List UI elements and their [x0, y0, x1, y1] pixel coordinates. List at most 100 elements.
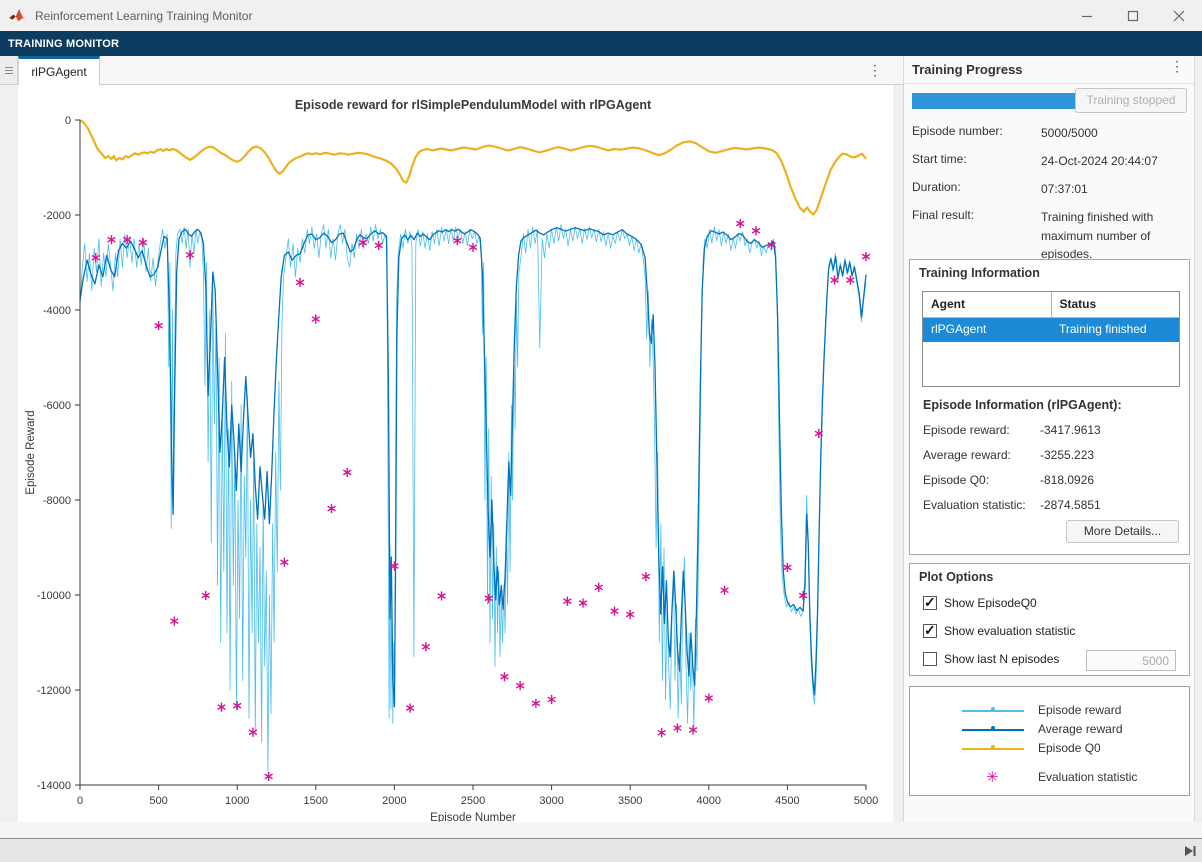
maximize-button[interactable]: [1110, 0, 1156, 31]
training-information-header: Training Information: [910, 260, 1189, 280]
bottom-statusbar: [0, 822, 1202, 862]
svg-text:2500: 2500: [461, 795, 485, 807]
episode-number-label: Episode number:: [912, 124, 1003, 138]
training-progress-panel: Training Progress ⋮ Training stopped Epi…: [903, 56, 1194, 822]
svg-text:Episode Number: Episode Number: [430, 812, 516, 822]
svg-text:1000: 1000: [225, 795, 249, 807]
legend-entry-episode-reward: Episode reward: [910, 703, 1189, 719]
svg-text:Episode Reward: Episode Reward: [25, 410, 37, 494]
final-result-row: Final result: Training finished with max…: [904, 208, 1194, 260]
legend-label-episode-q0: Episode Q0: [1038, 741, 1101, 755]
svg-text:1500: 1500: [304, 795, 328, 807]
training-information-group: Training Information Agent Status rlPGAg…: [909, 259, 1190, 555]
show-episodeq0-label: Show EpisodeQ0: [944, 596, 1037, 610]
training-progress-bar: [912, 93, 1075, 109]
agent-column-header: Agent: [923, 292, 1052, 317]
show-last-n-episodes-checkbox[interactable]: [923, 652, 937, 666]
episode-q0-label: Episode Q0:: [923, 473, 989, 487]
duration-row: Duration: 07:37:01: [904, 180, 1194, 196]
window-title: Reinforcement Learning Training Monitor: [35, 9, 252, 23]
expand-panel-arrow-icon[interactable]: [1183, 844, 1197, 858]
training-progress-bar-fill: [912, 93, 1075, 109]
tab-label: rlPGAgent: [31, 65, 86, 79]
svg-text:500: 500: [149, 795, 167, 807]
status-cell: Training finished: [1051, 318, 1179, 342]
duration-value: 07:37:01: [1041, 180, 1189, 199]
average-reward-value: -3255.223: [1040, 448, 1094, 462]
start-time-label: Start time:: [912, 152, 967, 166]
legend-label-evaluation-statistic: Evaluation statistic: [1038, 770, 1137, 784]
minimize-button[interactable]: [1064, 0, 1110, 31]
duration-label: Duration:: [912, 180, 961, 194]
final-result-label: Final result:: [912, 208, 974, 222]
svg-text:-14000: -14000: [37, 780, 71, 792]
episode-number-row: Episode number: 5000/5000: [904, 124, 1194, 140]
minimize-icon: [1081, 10, 1093, 22]
average-reward-marker: [991, 726, 995, 730]
more-details-button[interactable]: More Details...: [1066, 520, 1179, 543]
dock-handle[interactable]: [0, 56, 18, 84]
toolstrip: TRAINING MONITOR: [0, 31, 1202, 56]
svg-text:-4000: -4000: [43, 305, 71, 317]
evaluation-statistic-star-icon: ✳: [986, 768, 999, 786]
reward-chart-svg: 0 500 1000 1500 2000 2500 3000 3500 4000 4500 5000…: [18, 85, 893, 822]
training-progress-header: Training Progress: [912, 62, 1023, 77]
table-header-row: Agent Status: [923, 292, 1179, 318]
training-progress-menu-button[interactable]: ⋮: [1170, 59, 1184, 73]
right-edge-strip: [1194, 56, 1202, 822]
svg-text:-8000: -8000: [43, 495, 71, 507]
average-reward-label: Average reward:: [923, 448, 1011, 462]
show-last-n-episodes-label: Show last N episodes: [944, 652, 1059, 666]
training-plot-figure: 0 500 1000 1500 2000 2500 3000 3500 4000 4500 5000…: [18, 85, 893, 822]
window-titlebar: Reinforcement Learning Training Monitor: [0, 0, 1202, 31]
close-button[interactable]: [1156, 0, 1202, 31]
evaluation-statistic-value: -2874.5851: [1040, 498, 1101, 512]
evaluation-statistic-label: Evaluation statistic:: [923, 498, 1026, 512]
plot-options-header: Plot Options: [910, 564, 1189, 584]
episode-information-title: Episode Information (rlPGAgent):: [923, 398, 1122, 412]
svg-text:3500: 3500: [618, 795, 642, 807]
episode-q0-value: -818.0926: [1040, 473, 1094, 487]
show-evaluation-statistic-checkbox[interactable]: [923, 624, 937, 638]
svg-text:-10000: -10000: [37, 590, 71, 602]
toolstrip-tab-training-monitor[interactable]: TRAINING MONITOR: [8, 38, 119, 50]
svg-text:-2000: -2000: [43, 210, 71, 222]
matlab-logo-icon: [9, 8, 26, 23]
legend-entry-average-reward: Average reward: [910, 722, 1189, 738]
svg-text:Episode reward for rlSimplePen: Episode reward for rlSimplePendulumModel…: [295, 98, 652, 112]
table-row[interactable]: rlPGAgent Training finished: [923, 318, 1179, 342]
svg-text:3000: 3000: [539, 795, 563, 807]
svg-text:5000: 5000: [854, 795, 878, 807]
status-column-header: Status: [1052, 292, 1180, 317]
svg-text:0: 0: [77, 795, 83, 807]
grip-icon: [5, 65, 13, 76]
svg-text:4000: 4000: [697, 795, 721, 807]
legend-entry-episode-q0: Episode Q0: [910, 741, 1189, 757]
legend-entry-evaluation-statistic: ✳ Evaluation statistic: [910, 770, 1189, 786]
show-episodeq0-checkbox[interactable]: [923, 596, 937, 610]
training-stopped-button[interactable]: Training stopped: [1075, 88, 1187, 113]
plot-options-group: Plot Options Show EpisodeQ0 Show evaluat…: [909, 563, 1190, 676]
start-time-row: Start time: 24-Oct-2024 20:44:07: [904, 152, 1194, 168]
legend-label-average-reward: Average reward: [1038, 722, 1123, 736]
close-icon: [1173, 10, 1185, 22]
episode-number-value: 5000/5000: [1041, 124, 1189, 143]
svg-text:2000: 2000: [382, 795, 406, 807]
agent-cell: rlPGAgent: [923, 318, 1051, 342]
last-n-episodes-input[interactable]: [1086, 650, 1176, 671]
start-time-value: 24-Oct-2024 20:44:07: [1041, 152, 1189, 171]
svg-text:-6000: -6000: [43, 400, 71, 412]
svg-text:0: 0: [65, 115, 71, 127]
svg-text:-12000: -12000: [37, 685, 71, 697]
episode-reward-label: Episode reward:: [923, 423, 1010, 437]
tabstrip-menu-button[interactable]: ⋮: [868, 63, 882, 77]
maximize-icon: [1127, 10, 1139, 22]
svg-text:4500: 4500: [775, 795, 799, 807]
show-evaluation-statistic-label: Show evaluation statistic: [944, 624, 1075, 638]
final-result-value: Training finished with maximum number of…: [1041, 208, 1189, 264]
tab-rlpgagent[interactable]: rlPGAgent: [18, 56, 100, 85]
legend-label-episode-reward: Episode reward: [1038, 703, 1121, 717]
agent-status-table: Agent Status rlPGAgent Training finished: [922, 291, 1180, 387]
episode-reward-value: -3417.9613: [1040, 423, 1101, 437]
episode-reward-marker: [991, 707, 995, 711]
